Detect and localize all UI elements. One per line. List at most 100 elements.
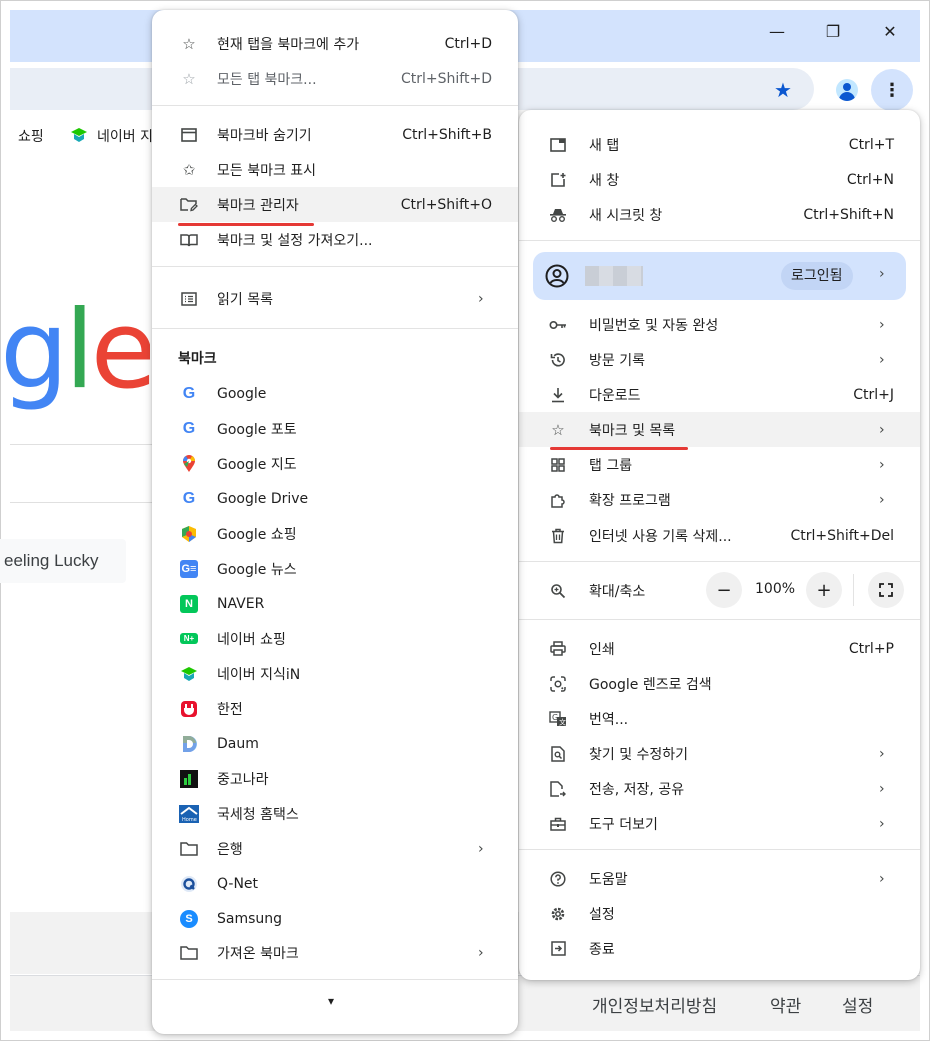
chevron-right-icon: › — [478, 944, 484, 961]
annotation-underline — [178, 223, 314, 226]
chevron-right-icon: › — [879, 266, 885, 282]
bookmark-item-qnet[interactable]: Q-Net — [152, 866, 518, 901]
menu-item-exit[interactable]: 종료 — [519, 931, 920, 966]
bookmark-item-google[interactable]: G Google — [152, 376, 518, 411]
menu-item-more-tools[interactable]: 도구 더보기 › — [519, 806, 920, 841]
bookmark-item-google-news[interactable]: G≡ Google 뉴스 — [152, 551, 518, 586]
menu-item-print[interactable]: 인쇄 Ctrl+P — [519, 631, 920, 666]
menu-item-import-bookmarks[interactable]: 북마크 및 설정 가져오기... — [152, 222, 518, 257]
menu-item-help[interactable]: 도움말 › — [519, 861, 920, 896]
bookmark-folder-imported[interactable]: 가져온 북마크 › — [152, 935, 518, 970]
menu-item-clear-browsing-data[interactable]: 인터넷 사용 기록 삭제... Ctrl+Shift+Del — [519, 518, 920, 553]
google-maps-pin-icon — [179, 454, 199, 474]
naver-kin-icon — [179, 664, 199, 684]
bookmark-item-naver[interactable]: N NAVER — [152, 586, 518, 621]
chevron-right-icon: › — [879, 870, 885, 887]
lens-icon — [548, 674, 568, 694]
menu-item-reading-list[interactable]: 읽기 목록 › — [152, 281, 518, 316]
new-tab-icon — [548, 135, 568, 155]
menu-item-bookmarks-and-lists[interactable]: ☆ 북마크 및 목록 › — [519, 412, 920, 447]
menu-item-incognito[interactable]: 새 시크릿 창 Ctrl+Shift+N — [519, 197, 920, 232]
menu-item-passwords[interactable]: 비밀번호 및 자동 완성 › — [519, 307, 920, 342]
tab-groups-icon — [548, 455, 568, 475]
fullscreen-icon — [879, 583, 893, 597]
menu-item-hide-bookmarks-bar[interactable]: 북마크바 숨기기 Ctrl+Shift+B — [152, 117, 518, 152]
google-news-icon: G≡ — [179, 559, 199, 579]
menu-item-translate[interactable]: G文 번역... — [519, 701, 920, 736]
menu-item-downloads[interactable]: 다운로드 Ctrl+J — [519, 377, 920, 412]
bookmark-folder-bank[interactable]: 은행 › — [152, 831, 518, 866]
bookmark-item-naver-shopping[interactable]: N+ 네이버 쇼핑 — [152, 621, 518, 656]
bookmark-item-daum[interactable]: Daum — [152, 726, 518, 761]
key-icon — [548, 315, 568, 335]
bookmark-item-hometax[interactable]: Home 국세청 홈택스 — [152, 796, 518, 831]
menu-item-bookmark-all-tabs[interactable]: ☆ 모든 탭 북마크... Ctrl+Shift+D — [152, 61, 518, 96]
menu-item-cast-save-share[interactable]: 전송, 저장, 공유 › — [519, 771, 920, 806]
book-icon — [179, 230, 199, 250]
download-icon — [548, 385, 568, 405]
menu-item-bookmark-manager[interactable]: 북마크 관리자 Ctrl+Shift+O — [152, 187, 518, 222]
google-favicon-icon: G — [182, 384, 196, 402]
menu-item-extensions[interactable]: 확장 프로그램 › — [519, 482, 920, 517]
divider — [152, 105, 518, 106]
bookmark-bar-item[interactable]: 쇼핑 — [18, 126, 44, 146]
menu-item-settings[interactable]: 설정 — [519, 896, 920, 931]
menu-item-tab-groups[interactable]: 탭 그룹 › — [519, 447, 920, 482]
bookmark-item-naver-kin[interactable]: 네이버 지식iN — [152, 656, 518, 691]
menu-item-show-all-bookmarks[interactable]: ✩ 모든 북마크 표시 — [152, 152, 518, 187]
zoom-level: 100% — [755, 581, 796, 597]
bookmark-item-samsung[interactable]: S Samsung — [152, 901, 518, 936]
account-circle-icon — [545, 264, 569, 292]
menu-item-find-and-edit[interactable]: 찾기 및 수정하기 › — [519, 736, 920, 771]
bookmarks-section-header: 북마크 — [178, 351, 217, 367]
menu-item-history[interactable]: 방문 기록 › — [519, 342, 920, 377]
bookmark-star-icon[interactable]: ★ — [774, 80, 794, 100]
help-icon — [548, 869, 568, 889]
bookmark-item-google-maps[interactable]: Google 지도 — [152, 446, 518, 481]
profile-button[interactable] — [829, 72, 865, 108]
scroll-down-arrow[interactable]: ▾ — [328, 994, 334, 1008]
main-menu: 새 탭 Ctrl+T 새 창 Ctrl+N 새 시크릿 창 Ctrl+Shift… — [519, 110, 920, 980]
history-icon — [548, 350, 568, 370]
bookmark-item-google-shopping[interactable]: Google 쇼핑 — [152, 516, 518, 551]
divider — [519, 849, 920, 850]
google-favicon-icon: G — [182, 419, 196, 437]
exit-icon — [548, 939, 568, 959]
menu-button[interactable]: ⋮ — [871, 69, 913, 111]
google-shopping-icon — [179, 524, 199, 544]
annotation-underline — [550, 447, 688, 450]
bookmarks-submenu: ☆ 현재 탭을 북마크에 추가 Ctrl+D ☆ 모든 탭 북마크... Ctr… — [152, 10, 518, 1034]
zoom-out-button[interactable]: − — [706, 572, 742, 608]
star-outline-icon: ☆ — [551, 420, 565, 439]
chevron-right-icon: › — [879, 745, 885, 762]
footer-terms-link[interactable]: 약관 — [770, 992, 801, 1017]
fullscreen-button[interactable] — [868, 572, 904, 608]
footer-privacy-link[interactable]: 개인정보처리방침 — [592, 992, 717, 1017]
close-button[interactable]: ✕ — [880, 22, 900, 42]
naver-icon: N — [179, 594, 199, 614]
bookmark-item-kepco[interactable]: 한전 — [152, 691, 518, 726]
puzzle-icon — [548, 490, 568, 510]
trash-icon — [548, 526, 568, 546]
footer-settings-link[interactable]: 설정 — [842, 992, 873, 1017]
feeling-lucky-button[interactable]: eeling Lucky — [0, 539, 126, 583]
divider — [152, 266, 518, 267]
divider — [519, 561, 920, 562]
google-favicon-icon: G — [182, 489, 196, 507]
restore-button[interactable]: ❐ — [823, 22, 843, 42]
menu-item-bookmark-this-tab[interactable]: ☆ 현재 탭을 북마크에 추가 Ctrl+D — [152, 26, 518, 61]
window-icon — [179, 125, 199, 145]
menu-item-new-window[interactable]: 새 창 Ctrl+N — [519, 162, 920, 197]
minimize-button[interactable]: — — [767, 22, 787, 42]
new-window-icon — [548, 170, 568, 190]
menu-item-google-lens[interactable]: Google 렌즈로 검색 — [519, 666, 920, 701]
profile-card[interactable]: 로그인됨 › — [533, 252, 906, 300]
bookmark-item-google-drive[interactable]: G Google Drive — [152, 481, 518, 516]
star-outline-icon: ☆ — [182, 34, 196, 53]
bookmark-item-google-photos[interactable]: G Google 포토 — [152, 411, 518, 446]
bookmark-bar-item[interactable]: 네이버 지 — [97, 126, 153, 146]
zoom-in-button[interactable]: + — [806, 572, 842, 608]
menu-item-new-tab[interactable]: 새 탭 Ctrl+T — [519, 127, 920, 162]
naver-kin-icon — [70, 126, 88, 148]
bookmark-item-joonggonara[interactable]: 중고나라 — [152, 761, 518, 796]
